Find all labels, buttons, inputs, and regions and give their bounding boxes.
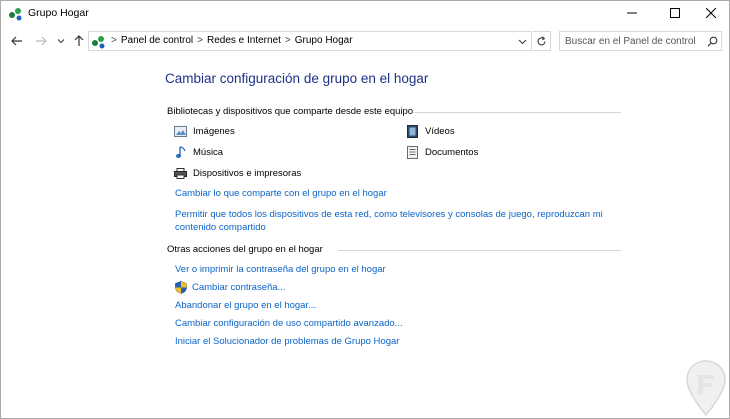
chevron-down-icon xyxy=(57,39,65,44)
breadcrumb: > Panel de control > Redes e Internet > … xyxy=(111,35,353,46)
page-title: Cambiar configuración de grupo en el hog… xyxy=(165,71,429,86)
troubleshooter-link[interactable]: Iniciar el Solucionador de problemas de … xyxy=(175,336,399,347)
refresh-button[interactable] xyxy=(533,31,551,51)
address-bar[interactable]: > Panel de control > Redes e Internet > … xyxy=(88,31,532,51)
shared-item-pictures: Imágenes xyxy=(174,125,235,138)
shared-item-label: Documentos xyxy=(425,147,479,158)
breadcrumb-separator: > xyxy=(197,35,203,46)
up-button[interactable] xyxy=(70,31,88,51)
homegroup-icon xyxy=(8,6,24,22)
shield-icon xyxy=(175,281,187,294)
breadcrumb-grupo-hogar[interactable]: Grupo Hogar xyxy=(295,35,353,46)
logo-watermark xyxy=(684,359,728,417)
refresh-icon xyxy=(537,35,546,45)
change-password-label[interactable]: Cambiar contraseña... xyxy=(192,282,285,293)
search-box[interactable] xyxy=(559,31,722,51)
breadcrumb-separator: > xyxy=(111,35,117,46)
shared-item-music: Música xyxy=(174,146,223,159)
breadcrumb-separator: > xyxy=(284,35,291,46)
change-sharing-link[interactable]: Cambiar lo que comparte con el grupo en … xyxy=(175,188,387,199)
search-input[interactable] xyxy=(565,34,700,48)
close-icon xyxy=(706,8,716,18)
pictures-library-icon xyxy=(174,125,187,138)
shared-item-label: Vídeos xyxy=(425,126,455,137)
window-title: Grupo Hogar xyxy=(28,7,89,19)
back-button[interactable] xyxy=(8,31,26,51)
music-library-icon xyxy=(174,146,187,159)
title-bar: Grupo Hogar xyxy=(1,1,729,27)
shared-section-heading: Bibliotecas y dispositivos que comparte … xyxy=(167,106,414,117)
window: Grupo Hogar > Panel de control > Redes e… xyxy=(0,0,730,419)
shared-item-label: Imágenes xyxy=(193,126,235,137)
up-arrow-icon xyxy=(74,35,84,46)
recent-locations-button[interactable] xyxy=(52,31,70,51)
homegroup-icon xyxy=(91,34,107,50)
forward-button[interactable] xyxy=(32,31,50,51)
shared-item-label: Dispositivos e impresoras xyxy=(193,168,302,179)
search-button[interactable] xyxy=(706,35,718,47)
search-icon xyxy=(707,36,717,47)
shared-item-printers: Dispositivos e impresoras xyxy=(174,167,301,180)
leave-homegroup-link[interactable]: Abandonar el grupo en el hogar... xyxy=(175,300,316,311)
allow-devices-stream-link[interactable]: Permitir que todos los dispositivos de e… xyxy=(175,208,615,234)
change-password-link[interactable]: Cambiar contraseña... xyxy=(175,281,285,294)
breadcrumb-redes-e-internet[interactable]: Redes e Internet xyxy=(207,35,281,46)
shared-item-label: Música xyxy=(193,147,224,158)
maximize-icon xyxy=(670,8,680,18)
forward-arrow-icon xyxy=(36,36,47,46)
shared-item-documents: Documentos xyxy=(406,146,478,159)
view-print-password-link[interactable]: Ver o imprimir la contraseña del grupo e… xyxy=(175,264,386,275)
close-button[interactable] xyxy=(692,1,730,25)
minimize-icon xyxy=(627,12,637,14)
back-arrow-icon xyxy=(11,36,22,46)
advanced-sharing-settings-link[interactable]: Cambiar configuración de uso compartido … xyxy=(175,318,403,329)
navigation-bar: > Panel de control > Redes e Internet > … xyxy=(1,29,729,53)
shared-item-videos: Vídeos xyxy=(406,125,455,138)
maximize-button[interactable] xyxy=(656,1,694,25)
documents-library-icon xyxy=(406,146,419,159)
other-actions-heading: Otras acciones del grupo en el hogar xyxy=(167,244,323,255)
chevron-down-icon xyxy=(518,39,526,44)
section-divider xyxy=(338,250,621,251)
printer-icon xyxy=(174,167,187,180)
minimize-button[interactable] xyxy=(613,1,651,25)
address-dropdown-button[interactable] xyxy=(516,35,528,47)
videos-library-icon xyxy=(406,125,419,138)
breadcrumb-panel-de-control[interactable]: Panel de control xyxy=(121,35,193,46)
section-divider xyxy=(413,112,621,113)
